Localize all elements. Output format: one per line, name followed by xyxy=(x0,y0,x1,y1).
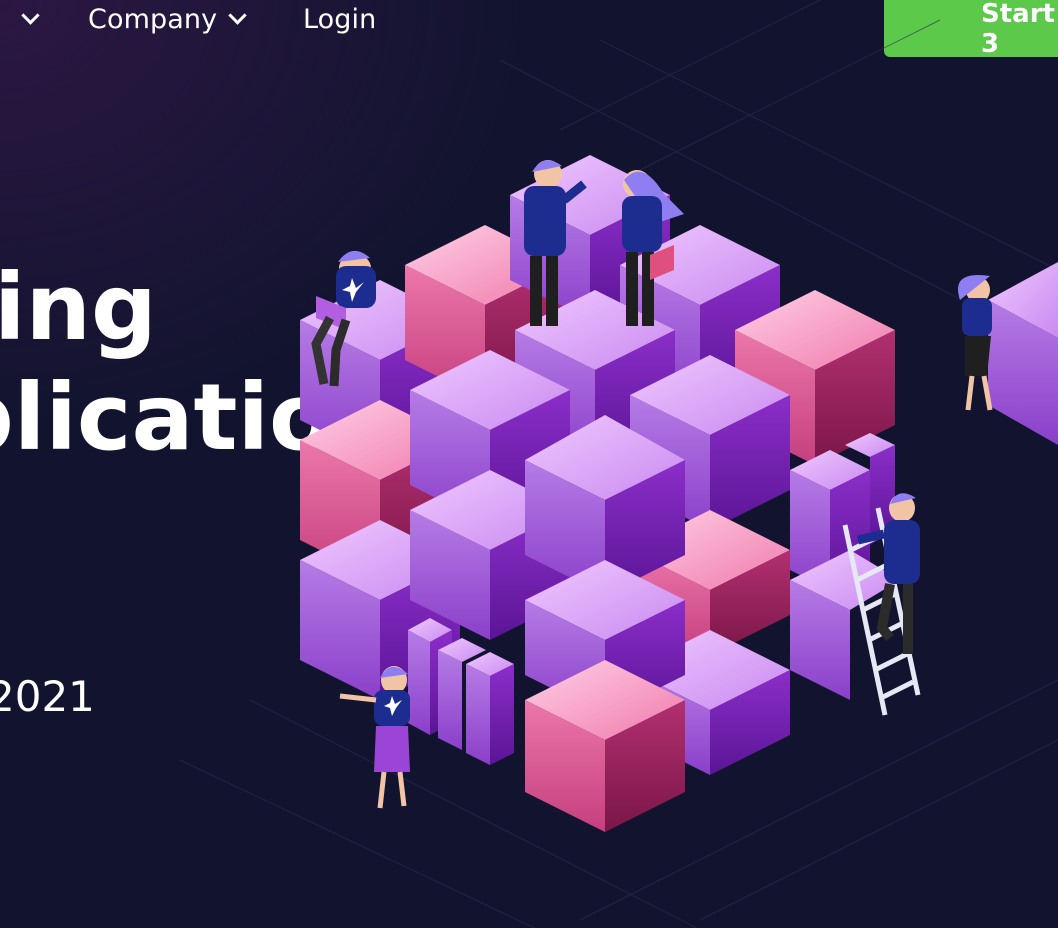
cube xyxy=(988,262,1058,445)
small-cubes-left xyxy=(408,618,514,765)
person-right-edge xyxy=(958,275,993,411)
isometric-cubes-illustration xyxy=(179,0,1058,928)
